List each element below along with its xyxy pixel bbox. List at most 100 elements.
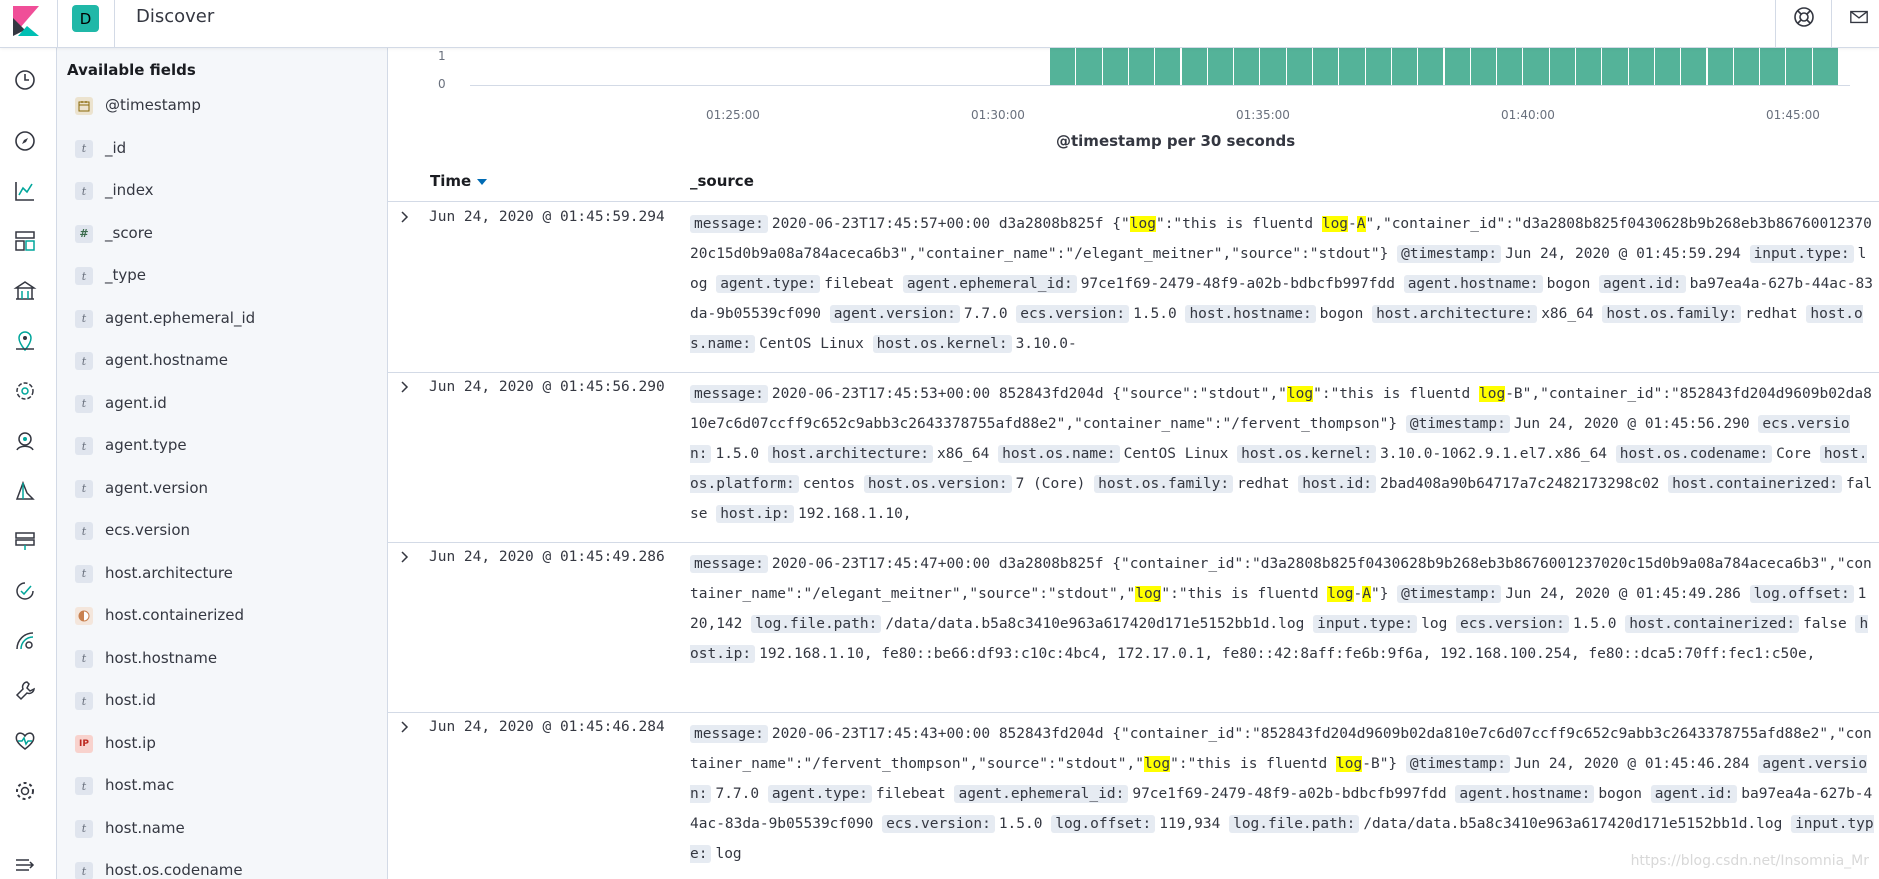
field-name: ecs.version	[105, 521, 190, 539]
string-type-icon: t	[75, 437, 93, 455]
histogram-bar[interactable]	[1102, 48, 1129, 85]
field-item[interactable]: t _type	[57, 258, 387, 298]
field-item[interactable]: t host.os.codename	[57, 853, 387, 879]
histogram-bar[interactable]	[1181, 48, 1208, 85]
kibana-logo-icon[interactable]	[13, 6, 39, 36]
uptime-icon[interactable]	[13, 579, 37, 603]
management-icon[interactable]	[13, 779, 37, 803]
field-item[interactable]: t host.name	[57, 811, 387, 851]
histogram-bar[interactable]	[1207, 48, 1235, 85]
field-item[interactable]: t agent.ephemeral_id	[57, 301, 387, 341]
histogram-bar[interactable]	[1286, 48, 1313, 85]
field-item[interactable]: t _index	[57, 173, 387, 213]
histogram-bar[interactable]	[1628, 48, 1655, 85]
field-item[interactable]: t host.mac	[57, 768, 387, 808]
time-column-header[interactable]: Time	[430, 172, 488, 190]
histogram-bar[interactable]	[1549, 48, 1576, 85]
histogram-bar[interactable]	[1050, 48, 1077, 85]
field-item[interactable]: t host.hostname	[57, 641, 387, 681]
histogram-bar[interactable]	[1444, 48, 1471, 85]
header-divider	[57, 0, 58, 48]
histogram-bar[interactable]	[1812, 48, 1839, 85]
field-name: agent.ephemeral_id	[105, 308, 256, 327]
histogram-bar[interactable]	[1602, 48, 1629, 85]
field-name: @timestamp	[105, 96, 201, 114]
maps-icon[interactable]	[13, 329, 37, 353]
document-source: message: 2020-06-23T17:45:47+00:00 d3a280…	[690, 555, 1872, 663]
field-item[interactable]: t agent.type	[57, 428, 387, 468]
logs-icon[interactable]	[13, 479, 37, 503]
visualize-icon[interactable]	[13, 179, 37, 203]
expand-chevron-icon[interactable]	[398, 550, 412, 564]
sort-desc-icon[interactable]	[477, 178, 488, 185]
table-row[interactable]: Jun 24, 2020 @ 01:45:59.294 message: 2020-…	[388, 202, 1879, 373]
field-item[interactable]: host.containerized	[57, 598, 387, 638]
document-source: message: 2020-06-23T17:45:57+00:00 d3a280…	[690, 215, 1873, 353]
histogram-bar[interactable]	[1707, 48, 1734, 85]
stack-monitoring-icon[interactable]	[13, 729, 37, 753]
recent-icon[interactable]	[13, 68, 37, 92]
discover-icon[interactable]	[13, 129, 37, 153]
histogram-bar[interactable]	[1733, 48, 1761, 85]
x-axis-title: @timestamp per 30 seconds	[1056, 132, 1296, 150]
histogram-bar[interactable]	[1523, 48, 1550, 85]
collapse-icon[interactable]	[13, 853, 37, 877]
string-type-icon: t	[75, 139, 93, 158]
string-type-icon: t	[75, 649, 93, 668]
field-item[interactable]: @timestamp	[57, 88, 387, 128]
field-name: _id	[105, 138, 127, 157]
field-item[interactable]: # _score	[57, 216, 387, 256]
field-item[interactable]: t host.architecture	[57, 556, 387, 596]
ml-icon[interactable]	[13, 379, 37, 403]
field-item[interactable]: t _id	[57, 131, 387, 171]
field-name: _type	[105, 266, 147, 284]
canvas-icon[interactable]	[13, 279, 37, 303]
histogram-bar[interactable]	[1155, 48, 1182, 85]
histogram-bar[interactable]	[1760, 48, 1787, 85]
field-item[interactable]: t ecs.version	[57, 513, 387, 553]
source-column-header: _source	[690, 172, 754, 190]
apm-icon[interactable]	[13, 629, 37, 653]
histogram-bar[interactable]	[1313, 48, 1340, 85]
field-item[interactable]: t agent.version	[57, 471, 387, 511]
expand-chevron-icon[interactable]	[398, 720, 412, 734]
document-timestamp: Jun 24, 2020 @ 01:45:59.294	[429, 209, 665, 225]
histogram-bar[interactable]	[1470, 48, 1498, 85]
histogram-bar[interactable]	[1654, 48, 1682, 85]
histogram-bar[interactable]	[1076, 48, 1103, 85]
field-name: host.id	[105, 691, 156, 709]
expand-chevron-icon[interactable]	[398, 380, 412, 394]
infrastructure-icon[interactable]	[13, 529, 37, 553]
y-tick-label: 1	[438, 49, 446, 63]
field-item[interactable]: t host.id	[57, 683, 387, 723]
string-type-icon: t	[75, 182, 93, 200]
boolean-type-icon	[75, 607, 93, 625]
mail-icon[interactable]	[1849, 6, 1869, 28]
field-item[interactable]: t agent.hostname	[57, 343, 387, 383]
histogram-bar[interactable]	[1128, 48, 1156, 85]
histogram-bar[interactable]	[1365, 48, 1392, 85]
left-navigation	[0, 48, 57, 879]
histogram-bar[interactable]	[1391, 48, 1419, 85]
dashboard-icon[interactable]	[13, 229, 37, 253]
siem-icon[interactable]	[13, 429, 37, 453]
table-row[interactable]: Jun 24, 2020 @ 01:45:56.290 message: 2020-…	[388, 372, 1879, 543]
histogram-baseline	[470, 85, 1850, 86]
histogram-bar[interactable]	[1234, 48, 1261, 85]
field-item[interactable]: t agent.id	[57, 386, 387, 426]
histogram-bar[interactable]	[1681, 48, 1708, 85]
expand-chevron-icon[interactable]	[398, 210, 412, 224]
histogram-bar[interactable]	[1339, 48, 1366, 85]
space-avatar[interactable]: D	[72, 5, 99, 32]
histogram-bar[interactable]	[1576, 48, 1603, 85]
histogram-bar[interactable]	[1497, 48, 1524, 85]
field-item[interactable]: IP host.ip	[57, 726, 387, 766]
help-icon[interactable]	[1793, 6, 1815, 28]
histogram-bar[interactable]	[1786, 48, 1813, 85]
field-name: agent.hostname	[105, 351, 229, 369]
dev-tools-icon[interactable]	[13, 679, 37, 703]
histogram-bar[interactable]	[1418, 48, 1445, 85]
histogram-bar[interactable]	[1260, 48, 1287, 85]
string-type-icon: t	[75, 522, 93, 540]
table-row[interactable]: Jun 24, 2020 @ 01:45:49.286 message: 2020-…	[388, 542, 1879, 713]
